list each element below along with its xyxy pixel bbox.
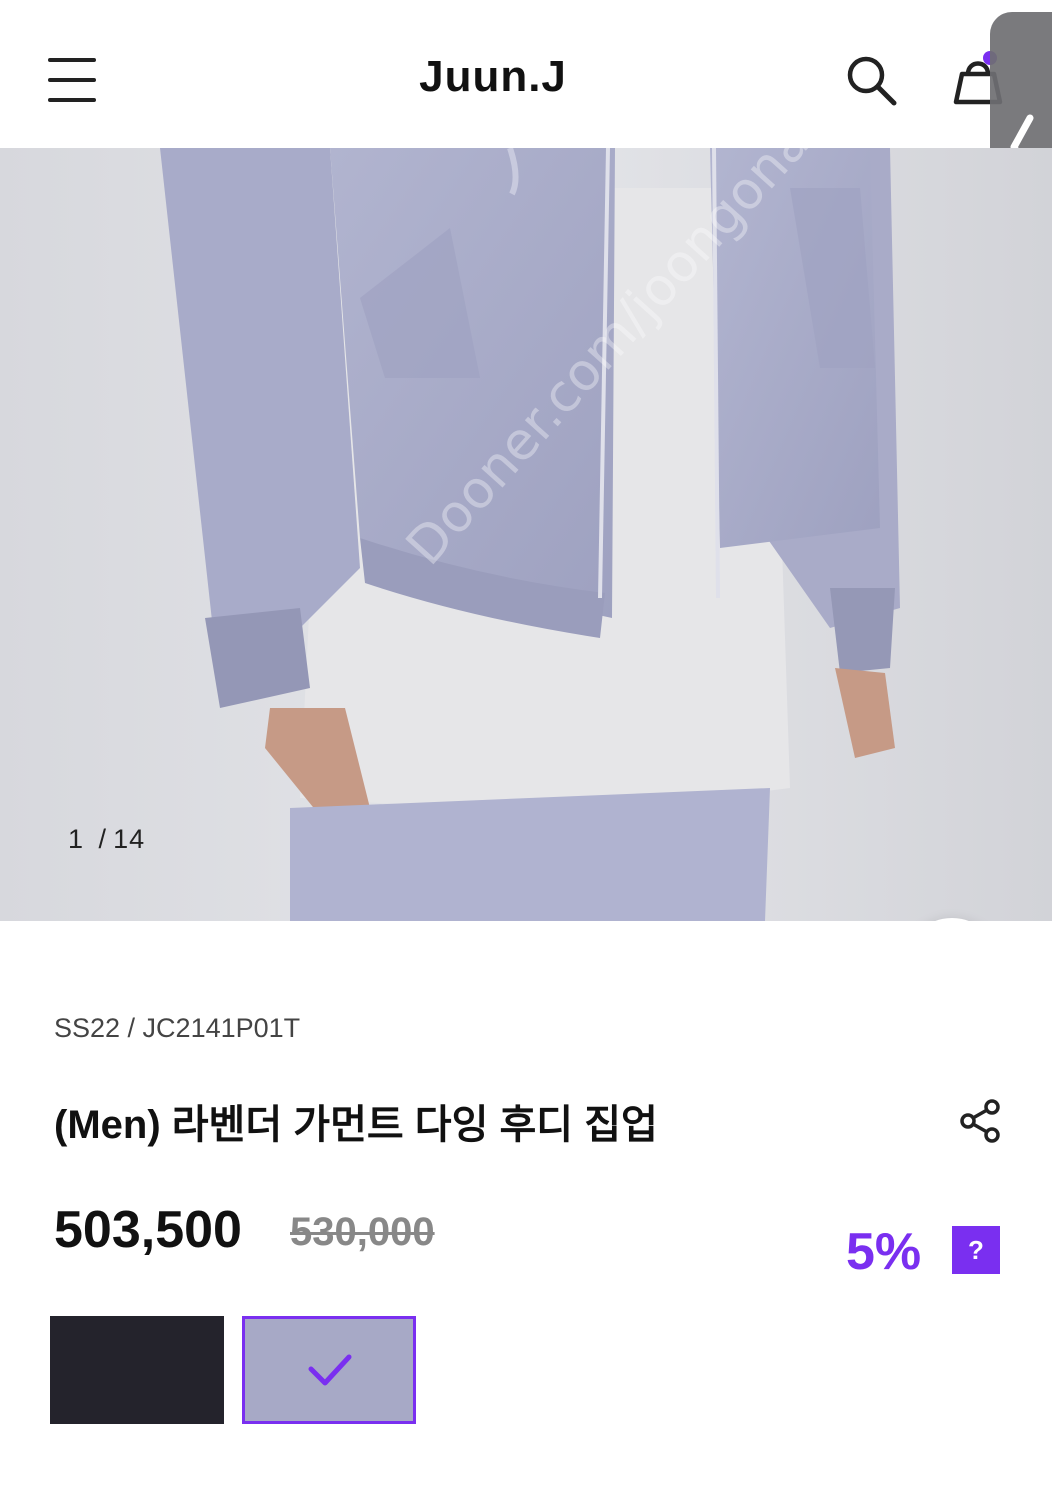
product-photo: Dooner.com/joongonara: [0, 148, 1052, 921]
image-counter: 1 /14: [68, 824, 151, 855]
checkmark-icon: [308, 1354, 352, 1386]
image-counter-current: 1: [68, 824, 85, 854]
discount-rate: 5%: [846, 1223, 922, 1281]
color-swatch-lavender[interactable]: [242, 1316, 416, 1424]
product-image-carousel[interactable]: Dooner.com/joongonara: [0, 148, 1052, 921]
search-icon[interactable]: [844, 54, 900, 106]
top-header: Juun.J: [0, 0, 1052, 272]
image-counter-total: 14: [113, 824, 146, 854]
sale-price: 503,500: [54, 1201, 242, 1259]
share-icon[interactable]: [958, 1098, 1004, 1144]
original-price: 530,000: [290, 1210, 435, 1254]
image-counter-separator: /: [98, 824, 108, 854]
discount-help-button[interactable]: ?: [952, 1226, 1000, 1274]
product-code: SS22 / JC2141P01T: [54, 1013, 301, 1043]
color-swatch-black[interactable]: [50, 1316, 224, 1424]
brand-logo[interactable]: Juun.J: [0, 52, 986, 102]
product-title: (Men) 라벤더 가먼트 다잉 후디 집업: [54, 1103, 658, 1147]
